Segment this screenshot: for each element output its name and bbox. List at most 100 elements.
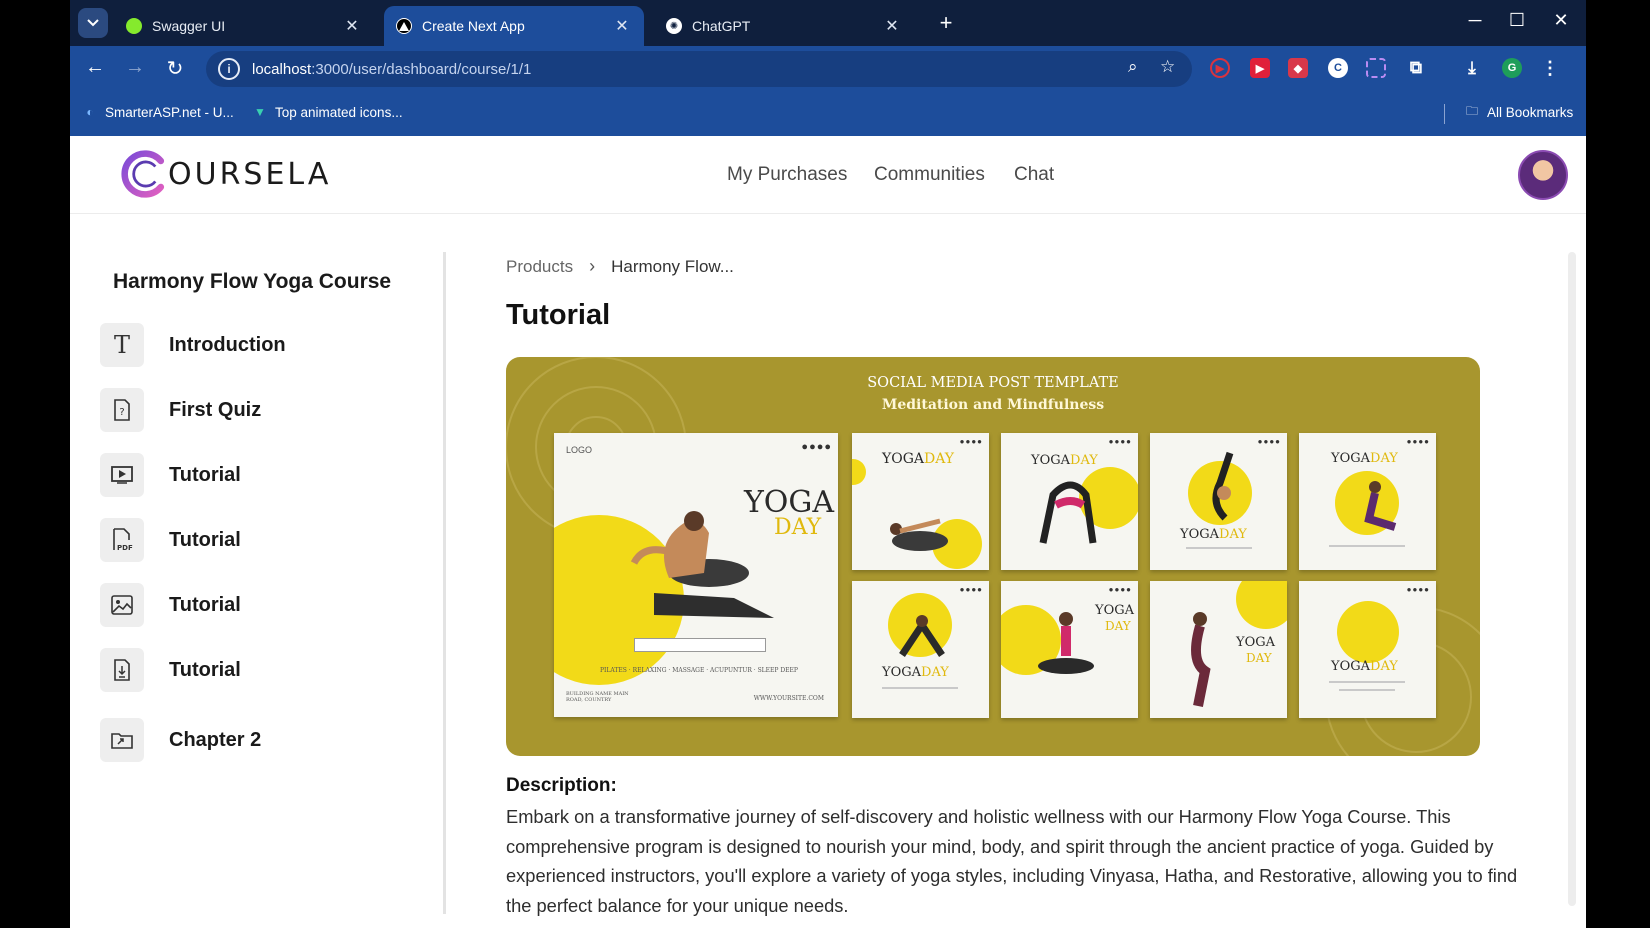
yoga-figure [890,518,948,551]
post-info-box [634,638,766,652]
nav-my-purchases[interactable]: My Purchases [727,164,847,186]
yoga-post-small: ●●●● YOGA DAY [1150,581,1287,718]
post-day-text: DAY [1105,619,1131,633]
social-icons: ●●●● [801,441,832,453]
sidebar-item-tutorial-image[interactable]: Tutorial [100,581,440,629]
banner-subheading: Meditation and Mindfulness [881,397,1105,413]
post-text-line [1339,689,1395,691]
social-icons: ●●●● [959,585,983,594]
yoga-figure [1191,612,1211,707]
sidebar-item-label: Tutorial [169,658,241,681]
bookmark-label: Top animated icons... [275,104,403,120]
profile-button[interactable]: G [1502,58,1522,78]
nav-communities[interactable]: Communities [874,164,985,186]
tab-search-button[interactable] [78,8,108,38]
tab-create-next-app[interactable]: Create Next App ✕ [384,6,644,46]
sidebar-item-tutorial-file[interactable]: Tutorial [100,646,440,694]
page-scrollbar[interactable] [1568,252,1576,906]
bookmark-animated-icons[interactable]: ▼ Top animated icons... [252,104,403,120]
post-text-line [1186,547,1252,549]
all-bookmarks-label: All Bookmarks [1487,104,1574,120]
breadcrumb-products[interactable]: Products [506,257,573,277]
back-button[interactable]: ← [82,56,108,79]
new-tab-button[interactable]: + [932,10,960,36]
post-text-line [882,687,958,689]
yoga-post-small: ●●●● YOGADAY [1299,581,1436,718]
yellow-sun [1337,601,1399,663]
user-avatar[interactable] [1518,150,1568,200]
social-icons: ●●●● [959,437,983,446]
sidebar-item-first-quiz[interactable]: ? First Quiz [100,386,440,434]
extension-icon[interactable]: ◆ [1288,58,1308,78]
coursela-logo[interactable]: OURSELA [120,148,331,200]
yoga-figure [1364,481,1397,531]
tab-swagger[interactable]: Swagger UI ✕ [114,6,374,46]
nav-chat[interactable]: Chat [1014,164,1054,186]
minimize-button[interactable]: ─ [1460,10,1490,31]
page-title: Tutorial [506,299,611,331]
grammarly-icon[interactable]: C [1328,58,1348,78]
breadcrumb-current: Harmony Flow... [611,256,734,276]
reload-button[interactable]: ↻ [162,56,188,81]
yoga-post-small: ●●●● YOGA DAY [1001,581,1138,718]
sidebar-divider [443,252,446,914]
record-extension-icon[interactable]: ▶ [1210,58,1230,78]
post-yoga-text: YOGADAY [1180,527,1247,542]
yellow-sun [852,459,866,485]
bookmark-smarterasp[interactable]: ◐ SmarterASP.net - U... [82,104,233,120]
video-icon [100,453,144,497]
close-icon[interactable]: ✕ [342,16,362,36]
yellow-sun [1236,581,1287,629]
tab-chatgpt[interactable]: ✺ ChatGPT ✕ [654,6,914,46]
chatgpt-icon: ✺ [666,18,682,34]
post-text-line [1329,681,1405,683]
all-bookmarks-button[interactable]: 🗀 All Bookmarks [1464,104,1573,120]
description-label: Description: [506,775,617,796]
video-extension-icon[interactable]: ▶ [1250,58,1270,78]
url-text: localhost:3000/user/dashboard/course/1/1 [252,60,532,78]
close-icon[interactable]: ✕ [612,16,632,36]
sidebar-item-label: Tutorial [169,593,241,616]
social-icons: ●●●● [1406,585,1430,594]
close-window-button[interactable]: ✕ [1546,10,1576,31]
close-icon[interactable]: ✕ [882,16,902,36]
yoga-post-small: ●●●● YOGADAY [1001,433,1138,570]
tab-title: Swagger UI [152,18,226,34]
folder-icon: 🗀 [1465,103,1478,118]
bookmarks-bar: ◐ SmarterASP.net - U... ▼ Top animated i… [70,92,1586,137]
logo-text: OURSELA [168,156,332,192]
course-title: Harmony Flow Yoga Course [113,270,392,293]
sidebar-item-label: Introduction [169,333,286,356]
svg-text:PDF: PDF [117,544,133,552]
star-icon[interactable]: ☆ [1160,57,1175,77]
address-bar[interactable]: i localhost:3000/user/dashboard/course/1… [206,51,1192,87]
maximize-button[interactable]: ☐ [1502,10,1532,31]
logo-c-icon [121,150,165,198]
sidebar-item-tutorial-video[interactable]: Tutorial [100,451,440,499]
post-yoga-text: YOGADAY [1331,451,1398,466]
sidebar-item-introduction[interactable]: T Introduction [100,321,440,369]
forward-button[interactable]: → [122,56,148,79]
site-info-icon[interactable]: i [218,58,240,80]
post-yoga-text: YOGADAY [882,665,949,680]
yoga-figure [630,511,774,618]
post-yoga-text: YOGADAY [1331,659,1398,674]
tutorial-image: SOCIAL MEDIA POST TEMPLATE Meditation an… [506,357,1480,756]
tab-strip: Swagger UI ✕ Create Next App ✕ ✺ ChatGPT… [70,0,1586,46]
post-yoga-text: YOGA [1236,635,1276,650]
browser-window: Swagger UI ✕ Create Next App ✕ ✺ ChatGPT… [70,0,1586,928]
swagger-icon [126,18,142,34]
sidebar-item-tutorial-pdf[interactable]: PDF Tutorial [100,516,440,564]
zoom-icon[interactable]: ⌕ [1128,57,1138,77]
yoga-post-small: ●●●● YOGADAY [1150,433,1287,570]
sidebar-item-label: First Quiz [169,398,262,421]
sidebar-item-chapter-2[interactable]: Chapter 2 [100,716,440,764]
download-icon[interactable]: ⤓ [1462,58,1482,78]
more-menu-icon[interactable]: ⋮ [1540,58,1560,78]
social-icons: ●●●● [1257,437,1281,446]
browser-toolbar: ← → ↻ i localhost:3000/user/dashboard/co… [70,46,1586,92]
bookmarks-divider [1444,104,1445,124]
screenshot-extension-icon[interactable] [1366,58,1386,78]
puzzle-extensions-icon[interactable]: ⧉ [1406,58,1426,78]
breadcrumb: Products › Harmony Flow... [506,256,734,277]
